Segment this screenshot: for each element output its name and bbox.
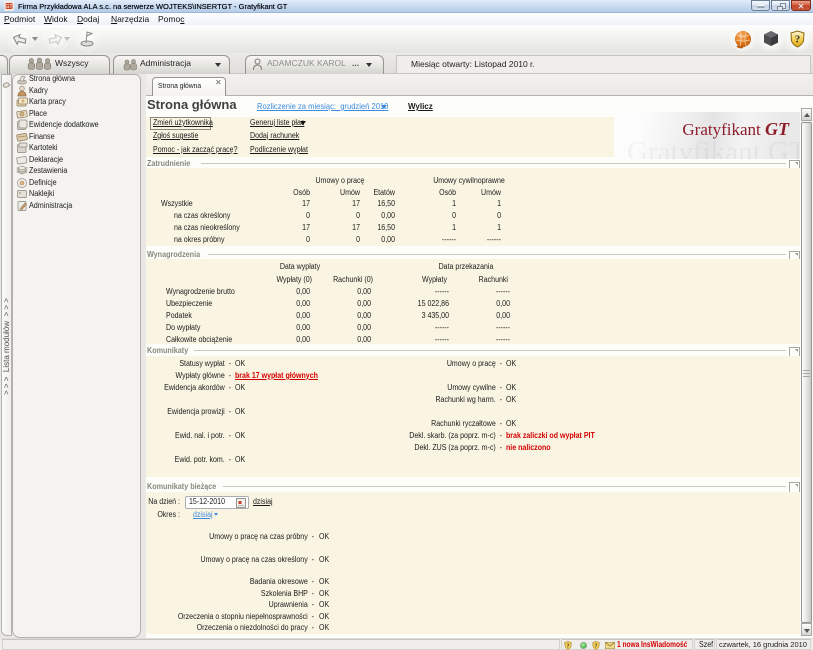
svg-text:?: ?	[795, 34, 801, 46]
svg-text:?: ?	[567, 644, 570, 650]
svg-text:?: ?	[595, 644, 598, 650]
svg-text:GT: GT	[6, 4, 13, 10]
